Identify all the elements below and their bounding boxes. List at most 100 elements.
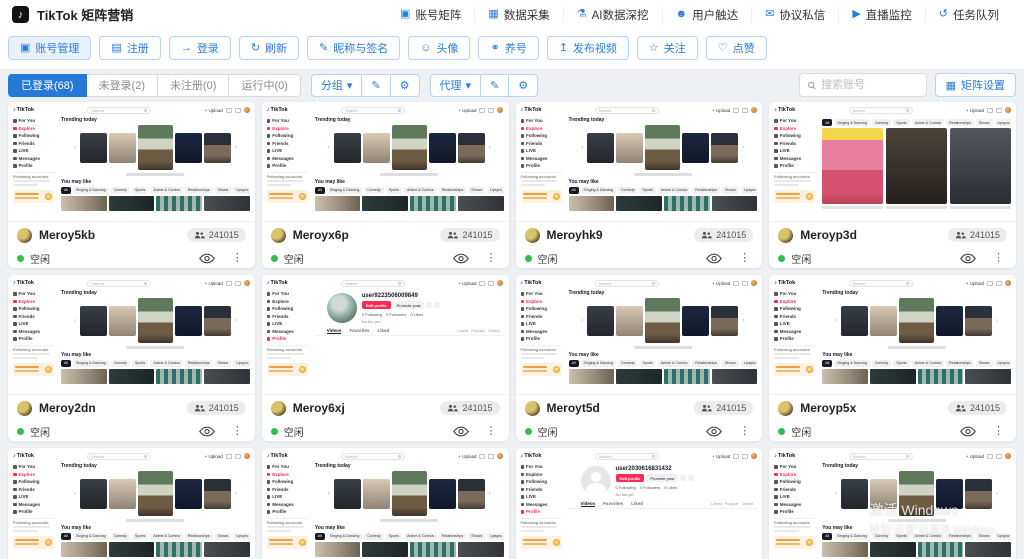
toolbar-button-icon: ✎ [319, 43, 328, 54]
mini-trending-view: Trending today ‹ › You may like Al [822, 290, 1011, 384]
category-chip: Lipsync [233, 187, 249, 194]
you-may-like-title: You may like [822, 525, 1011, 531]
category-chips: AllSinging & DancingComedySportsAnime & … [61, 533, 250, 540]
nav-item-5[interactable]: ▶ 直播监控 [838, 7, 924, 23]
mini-browser-screenshot[interactable]: ♪TikTok Search + Upload For YouExploreFo… [516, 102, 763, 222]
proxy-edit-button[interactable]: ✎ [480, 74, 509, 97]
mini-browser-screenshot[interactable]: ♪TikTok Search + Upload For YouExploreFo… [769, 275, 1016, 395]
status-tab-0[interactable]: 已登录(68) [8, 74, 87, 97]
profile-stat: 0 Likes [664, 485, 677, 490]
toolbar-button-1[interactable]: ▤ 注册 [99, 36, 160, 60]
search-account-box[interactable] [799, 73, 927, 97]
coin-icon [806, 193, 813, 200]
toolbar-button-7[interactable]: ↥ 发布视频 [547, 36, 629, 60]
carousel-prev-icon: ‹ [579, 145, 585, 151]
mini-browser-screenshot[interactable]: ♪TikTok Search + Upload For YouExploreFo… [262, 448, 509, 559]
nav-item-4[interactable]: ✉ 协议私信 [751, 7, 838, 23]
proxy-dropdown[interactable]: 代理▾ [430, 74, 482, 97]
category-chip: Comedy [111, 187, 130, 194]
more-menu-icon[interactable]: ⋮ [993, 426, 1004, 437]
carousel-prev-icon: ‹ [72, 145, 78, 151]
profile-sort-option: Oldest [742, 501, 754, 506]
mini-browser-screenshot[interactable]: ♪TikTok Search + Upload For YouExploreFo… [8, 102, 255, 222]
mini-sidebar-item: LIVE [521, 147, 562, 155]
more-menu-icon[interactable]: ⋮ [486, 253, 497, 264]
search-icon [398, 282, 401, 285]
category-chip: Singing & Dancing [73, 533, 109, 540]
view-icon[interactable] [453, 426, 469, 437]
video-thumbnail [138, 298, 173, 343]
nav-item-3[interactable]: ☻ 用户触达 [662, 7, 752, 23]
nav-item-1[interactable]: ▦ 数据采集 [474, 7, 562, 23]
video-thumbnail [204, 306, 231, 336]
more-menu-icon[interactable]: ⋮ [993, 253, 1004, 264]
more-menu-icon[interactable]: ⋮ [232, 426, 243, 437]
matrix-settings-button[interactable]: ▦ 矩阵设置 [935, 73, 1016, 97]
toolbar-button-2[interactable]: → 登录 [169, 36, 231, 60]
toolbar-button-8[interactable]: ☆ 关注 [637, 36, 698, 60]
category-chip: Comedy [111, 533, 130, 540]
nav-item-6[interactable]: ↺ 任务队列 [925, 7, 1012, 23]
toolbar-button-0[interactable]: ▣ 账号管理 [8, 36, 91, 60]
account-avatar [271, 401, 286, 416]
group-edit-button[interactable]: ✎ [361, 74, 390, 97]
view-icon[interactable] [199, 253, 215, 264]
toolbar-button-9[interactable]: ♡ 点赞 [706, 36, 767, 60]
more-menu-icon[interactable]: ⋮ [739, 253, 750, 264]
mini-trending-view: Trending today ‹ › You may like Al [61, 290, 250, 384]
status-tab-1[interactable]: 未登录(2) [86, 74, 158, 97]
mini-browser-screenshot[interactable]: ♪TikTok Search + Upload For YouExploreFo… [516, 275, 763, 395]
view-icon[interactable] [706, 253, 722, 264]
view-icon[interactable] [453, 253, 469, 264]
toolbar-button-6[interactable]: ⚭ 养号 [478, 36, 538, 60]
search-icon [906, 455, 909, 458]
follower-count-badge: 241015 [694, 228, 753, 242]
toolbar-button-5[interactable]: ☺ 头像 [408, 36, 470, 60]
mini-browser-screenshot[interactable]: ♪TikTok Search + Upload For YouExploreFo… [262, 275, 509, 395]
mini-trending-view: Trending today ‹ › You may like Al [315, 463, 504, 557]
status-dot [271, 428, 278, 435]
mini-browser-screenshot[interactable]: ♪TikTok Search + Upload For YouExploreFo… [769, 448, 1016, 559]
status-tab-2[interactable]: 未注册(0) [157, 74, 229, 97]
mini-browser-screenshot[interactable]: ♪TikTok Search + Upload For YouExploreFo… [8, 448, 255, 559]
mini-browser-screenshot[interactable]: ♪TikTok Search + Upload For YouExploreFo… [769, 102, 1016, 222]
mini-browser-screenshot[interactable]: ♪TikTok Search + Upload For YouExploreFo… [262, 102, 509, 222]
status-tab-3[interactable]: 运行中(0) [228, 74, 300, 97]
group-settings-button[interactable]: ⚙ [390, 74, 420, 97]
view-icon[interactable] [960, 426, 976, 437]
view-icon[interactable] [706, 426, 722, 437]
mini-sidebar-item: Profile [13, 335, 54, 343]
more-menu-icon[interactable]: ⋮ [739, 426, 750, 437]
category-chip: Anime & Comics [150, 533, 183, 540]
view-icon[interactable] [199, 426, 215, 437]
more-menu-icon[interactable]: ⋮ [486, 426, 497, 437]
nav-icon: ↺ [939, 9, 948, 20]
messages-icon [996, 281, 1002, 286]
video-thumbnail [616, 306, 643, 336]
video-caption [888, 346, 946, 349]
profile-tab: Videos [581, 501, 596, 507]
mini-sidebar-item: Profile [774, 508, 815, 516]
mini-browser-screenshot[interactable]: ♪TikTok Search + Upload For YouExploreFo… [516, 448, 763, 559]
mini-browser-screenshot[interactable]: ♪TikTok Search + Upload For YouExploreFo… [8, 275, 255, 395]
coin-icon [45, 539, 52, 546]
messages-icon [996, 108, 1002, 113]
nav-item-2[interactable]: ⚗ AI数据深挖 [563, 7, 662, 23]
search-account-input[interactable] [821, 79, 918, 91]
proxy-settings-button[interactable]: ⚙ [508, 74, 538, 97]
nav-label: AI数据深挖 [592, 7, 649, 23]
nav-item-0[interactable]: ▣ 账号矩阵 [387, 7, 474, 23]
toolbar-button-3[interactable]: ↻ 刷新 [239, 36, 299, 60]
mini-promo-banner [13, 363, 54, 376]
toolbar-button-label: 发布视频 [573, 40, 617, 56]
follower-count-badge: 241015 [187, 228, 246, 242]
group-dropdown[interactable]: 分组▾ [311, 74, 363, 97]
video-caption [380, 519, 438, 522]
account-name: Meroy2dn [39, 401, 96, 415]
toolbar-button-4[interactable]: ✎ 昵称与签名 [307, 36, 400, 60]
follower-count-badge: 241015 [694, 401, 753, 415]
view-icon[interactable] [960, 253, 976, 264]
more-menu-icon[interactable]: ⋮ [232, 253, 243, 264]
category-chip: Sports [132, 187, 148, 194]
trending-carousel: ‹ › [569, 124, 758, 171]
